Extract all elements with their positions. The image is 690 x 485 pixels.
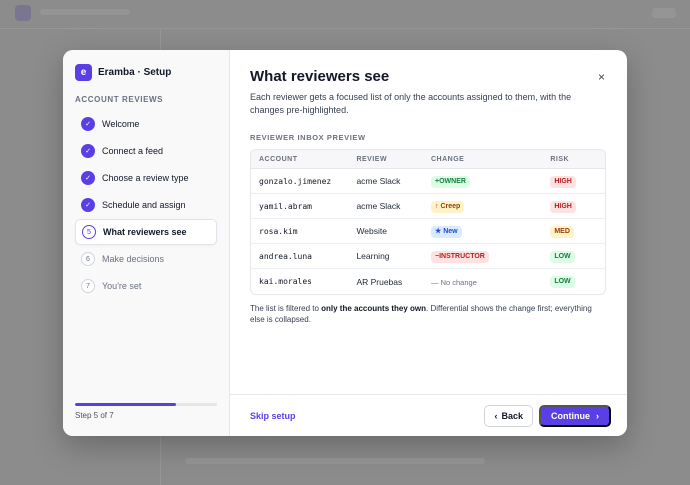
filter-note: The list is filtered to only the account… bbox=[250, 303, 606, 325]
back-button-label: Back bbox=[501, 410, 523, 421]
step-number: 5 bbox=[82, 225, 96, 239]
table-row: kai.morales AR Pruebas — No change LOW bbox=[251, 269, 605, 294]
column-header-review: REVIEW bbox=[356, 155, 388, 163]
step-label: Make decisions bbox=[102, 254, 165, 264]
check-icon: ✓ bbox=[81, 144, 95, 158]
risk-badge: LOW bbox=[550, 276, 575, 288]
change-cell: −INSTRUCTOR bbox=[431, 250, 550, 263]
column-header-change: CHANGE bbox=[431, 155, 465, 163]
review-cell: acme Slack bbox=[356, 201, 401, 211]
setup-content: × What reviewers see Each reviewer gets … bbox=[230, 50, 627, 436]
step-label: Schedule and assign bbox=[102, 200, 186, 210]
review-cell: AR Pruebas bbox=[356, 276, 403, 287]
sidebar-section-heading: ACCOUNT REVIEWS bbox=[75, 95, 164, 104]
chevron-right-icon: › bbox=[596, 410, 599, 421]
step-number: 7 bbox=[81, 279, 95, 293]
step-item[interactable]: 7 You're set bbox=[75, 273, 217, 299]
table-row: gonzalo.jimenez acme Slack +OWNER HIGH bbox=[251, 169, 605, 194]
change-cell: +OWNER bbox=[431, 175, 550, 188]
risk-badge: MED bbox=[550, 225, 574, 238]
step-item[interactable]: ✓ Welcome bbox=[75, 111, 217, 137]
step-item[interactable]: ✓ Connect a feed bbox=[75, 138, 217, 164]
risk-badge: LOW bbox=[550, 250, 575, 263]
setup-modal: e Eramba · Setup ACCOUNT REVIEWS ✓ Welcom… bbox=[63, 50, 627, 436]
account-cell: yamil.abram bbox=[259, 201, 312, 211]
step-item[interactable]: 6 Make decisions bbox=[75, 246, 217, 272]
table-row: andrea.luna Learning −INSTRUCTOR LOW bbox=[251, 244, 605, 269]
step-label: Connect a feed bbox=[102, 146, 164, 156]
review-cell: Learning bbox=[356, 251, 390, 261]
page-subtitle: Each reviewer gets a focused list of onl… bbox=[250, 92, 572, 115]
brand: e Eramba · Setup bbox=[75, 64, 217, 81]
risk-badge: HIGH bbox=[550, 175, 576, 188]
step-item[interactable]: ✓ Choose a review type bbox=[75, 165, 217, 191]
continue-button[interactable]: Continue › bbox=[539, 404, 611, 427]
note-text: The list is filtered to bbox=[250, 304, 322, 313]
step-label: What reviewers see bbox=[103, 227, 187, 237]
table-row: yamil.abram acme Slack ↑ Creep HIGH bbox=[251, 194, 605, 219]
preview-heading: REVIEWER INBOX PREVIEW bbox=[250, 133, 366, 142]
close-icon[interactable]: × bbox=[598, 70, 605, 84]
continue-button-label: Continue bbox=[551, 410, 590, 421]
step-counter: Step 5 of 7 bbox=[75, 411, 114, 420]
page-title: What reviewers see bbox=[250, 68, 390, 85]
brand-name: Eramba · Setup bbox=[98, 67, 172, 78]
change-badge: ↑ Creep bbox=[431, 200, 465, 213]
step-label: Welcome bbox=[102, 119, 140, 129]
table-header: ACCOUNT REVIEW CHANGE RISK bbox=[251, 150, 605, 169]
step-list: ✓ Welcome ✓ Connect a feed ✓ Choose a review … bbox=[75, 111, 217, 299]
progress-fill bbox=[75, 403, 177, 406]
table-body: gonzalo.jimenez acme Slack +OWNER HIGH yamil… bbox=[251, 169, 605, 294]
step-label: You're set bbox=[102, 281, 142, 291]
column-header-risk: RISK bbox=[550, 155, 570, 163]
review-cell: Website bbox=[356, 226, 387, 236]
brand-logo-icon: e bbox=[75, 64, 92, 81]
step-label: Choose a review type bbox=[102, 173, 189, 183]
step-item[interactable]: ✓ Schedule and assign bbox=[75, 192, 217, 218]
chevron-left-icon: ‹ bbox=[494, 410, 498, 421]
progress-bar bbox=[75, 403, 217, 406]
risk-cell: HIGH bbox=[550, 200, 605, 213]
change-cell: ↑ Creep bbox=[431, 200, 550, 213]
review-cell: acme Slack bbox=[356, 176, 401, 186]
check-icon: ✓ bbox=[81, 117, 95, 131]
change-badge: −INSTRUCTOR bbox=[431, 250, 489, 263]
check-icon: ✓ bbox=[81, 198, 95, 212]
change-badge: — No change bbox=[431, 277, 477, 287]
account-cell: gonzalo.jimenez bbox=[259, 176, 332, 186]
table-row: rosa.kim Website ★ New MED bbox=[251, 219, 605, 244]
skip-setup-link[interactable]: Skip setup bbox=[250, 411, 296, 421]
risk-cell: LOW bbox=[550, 250, 605, 263]
risk-cell: MED bbox=[550, 225, 605, 238]
risk-cell: LOW bbox=[550, 275, 605, 288]
column-header-account: ACCOUNT bbox=[259, 155, 298, 163]
modal-footer: Skip setup ‹ Back Continue › bbox=[230, 394, 627, 436]
change-badge: ★ New bbox=[431, 225, 462, 238]
reviewer-inbox-table: ACCOUNT REVIEW CHANGE RISK gonzalo.jimen… bbox=[250, 149, 606, 295]
check-icon: ✓ bbox=[81, 171, 95, 185]
change-cell: ★ New bbox=[431, 225, 550, 238]
change-cell: — No change bbox=[431, 277, 550, 287]
step-number: 6 bbox=[81, 252, 95, 266]
change-badge: +OWNER bbox=[431, 175, 470, 188]
account-cell: andrea.luna bbox=[259, 251, 312, 261]
setup-sidebar: e Eramba · Setup ACCOUNT REVIEWS ✓ Welcom… bbox=[63, 50, 230, 436]
risk-cell: HIGH bbox=[550, 175, 605, 188]
note-emphasis: only the accounts they own bbox=[321, 304, 427, 313]
risk-badge: HIGH bbox=[550, 200, 576, 213]
account-cell: rosa.kim bbox=[259, 226, 298, 236]
step-item[interactable]: 5 What reviewers see bbox=[75, 219, 217, 245]
back-button[interactable]: ‹ Back bbox=[484, 404, 533, 427]
account-cell: kai.morales bbox=[259, 277, 312, 286]
modal-overlay: e Eramba · Setup ACCOUNT REVIEWS ✓ Welcom… bbox=[0, 0, 690, 485]
